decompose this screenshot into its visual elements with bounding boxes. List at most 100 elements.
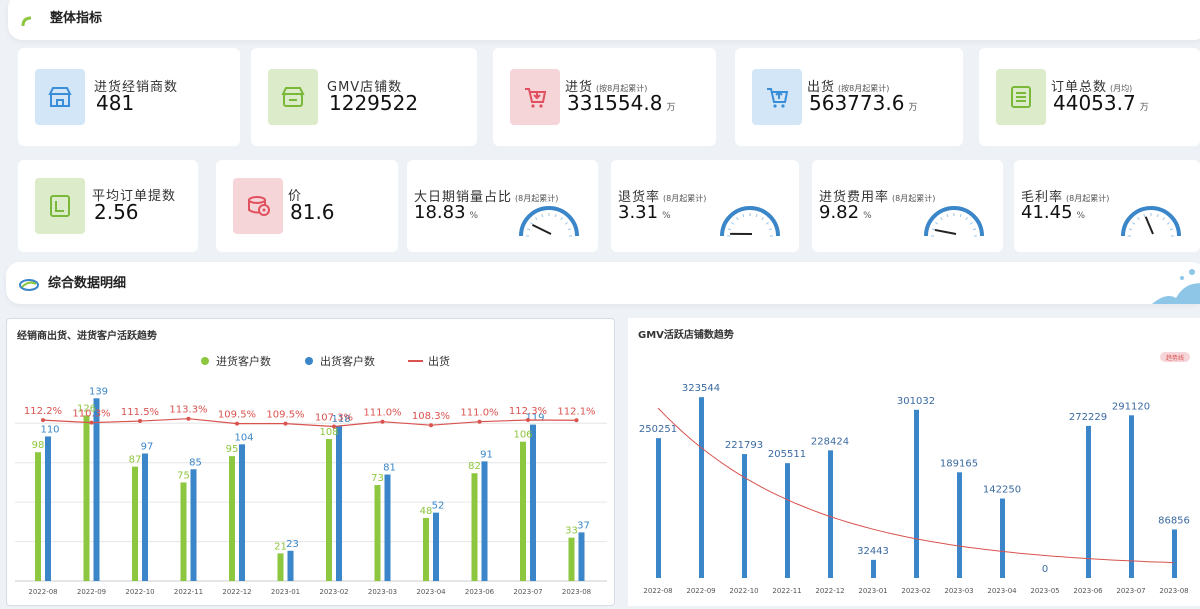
line-label: 111.5%: [121, 407, 159, 418]
bar-inbound: [374, 485, 381, 581]
line-point: [138, 419, 142, 424]
data-label: 21: [274, 541, 287, 552]
kpi-card: 订单总数 (月均) 44053.7 万: [979, 48, 1200, 146]
legend-label: 出货客户数: [320, 354, 375, 368]
bar-outbound: [190, 469, 197, 581]
data-label: 221793: [725, 440, 763, 451]
kpi-value: 2.56: [94, 200, 139, 224]
kpi-unit: 万: [666, 103, 676, 113]
data-label: 23: [286, 539, 299, 550]
data-label: 75: [177, 470, 190, 481]
data-label: 0: [1042, 564, 1048, 575]
kpi-gauge-card: 退货率 (8月起累计) 3.31%: [611, 160, 799, 252]
gauge-arc: [924, 206, 984, 237]
x-tick-label: 2022-12: [815, 587, 844, 595]
gauge-arc: [519, 206, 579, 237]
data-label: 291120: [1112, 401, 1150, 412]
cart-out-icon: [752, 69, 802, 125]
bar-outbound: [239, 444, 245, 581]
data-label: 86856: [1158, 515, 1190, 526]
gauge-tick: [969, 222, 973, 225]
kpi-value: 9.82: [819, 202, 860, 223]
bar-inbound: [568, 537, 575, 581]
line-label: 107.3%: [315, 413, 353, 424]
gauge-tick: [541, 213, 544, 218]
distributor-trend-chart: 经销商出货、进货客户活跃趋势 进货客户数 出货客户数 出货 98 110 112.2% 20…: [6, 318, 615, 606]
gmv-store-trend-svg: 趋势线 250251 2022-08 323544 2022-09 221793 2022-…: [639, 352, 1190, 595]
line-point: [332, 424, 336, 429]
kpi-value: 18.83: [414, 202, 466, 223]
bar-inbound: [229, 456, 235, 581]
legend-marker: [305, 357, 313, 365]
line-point: [41, 418, 45, 423]
splash-decoration-icon: [1152, 269, 1200, 304]
gauge-tick: [1156, 213, 1159, 218]
kpi-card: 出货 (按8月起累计) 563773.6 万: [735, 48, 963, 146]
bar-gmv-store: [828, 450, 833, 578]
gauge-tick: [560, 217, 563, 221]
gauge-tick: [755, 213, 758, 218]
data-label: 91: [480, 449, 493, 460]
shop-icon: [268, 69, 318, 125]
line-point: [186, 416, 191, 421]
kpi-value: 41.45: [1021, 202, 1073, 223]
x-tick-label: 2023-04: [987, 587, 1017, 595]
kpi-gauge-card: 大日期销量占比 (8月起累计) 18.83%: [407, 160, 598, 252]
data-label: 106: [513, 430, 532, 441]
gauge-tick: [1132, 222, 1136, 225]
data-label: 85: [189, 457, 202, 468]
bar-gmv-store: [742, 454, 747, 578]
line-label: 109.5%: [218, 410, 256, 421]
gauge-tick: [940, 217, 943, 221]
data-label: 139: [89, 386, 108, 397]
kpi-value: 81.6: [290, 200, 335, 224]
line-label: 111.0%: [460, 408, 498, 419]
bar-inbound: [83, 415, 90, 581]
x-tick-label: 2023-07: [1116, 587, 1145, 595]
bar-gmv-store: [1129, 415, 1134, 578]
line-point: [380, 419, 385, 424]
legend-marker: [201, 357, 209, 365]
line-label: 112.2%: [24, 406, 62, 417]
swirl-icon: [19, 279, 39, 291]
gauge-icon: [924, 206, 984, 237]
overall-title: 整体指标: [50, 11, 103, 26]
line-point: [283, 421, 288, 426]
bar-outbound: [384, 474, 391, 581]
x-tick-label: 2022-11: [772, 587, 801, 595]
bar-inbound: [471, 473, 478, 581]
data-label: 108: [319, 427, 338, 438]
gauge-tick: [1162, 217, 1165, 221]
line-point: [235, 421, 239, 426]
bar-outbound: [481, 461, 488, 581]
kpi-value: 44053.7: [1053, 91, 1136, 115]
data-label: 110: [40, 424, 59, 435]
data-label: 250251: [639, 424, 677, 435]
line-label: 109.5%: [266, 410, 304, 421]
line-point: [526, 418, 530, 423]
kpi-value: 481: [96, 91, 135, 115]
gauge-tick: [742, 213, 745, 218]
bar-outbound: [287, 550, 294, 581]
gauge-tick: [564, 222, 568, 225]
legend-label: 出货: [428, 354, 450, 368]
line-point: [477, 419, 482, 424]
data-label: 272229: [1069, 412, 1107, 423]
x-tick-label: 2023-06: [465, 588, 495, 596]
ticket-icon: [35, 178, 85, 234]
bar-outbound: [93, 398, 100, 581]
data-label: 228424: [811, 436, 849, 447]
gauge-tick: [736, 217, 739, 221]
gauge-tick: [965, 217, 968, 221]
line-label: 110.3%: [72, 409, 110, 420]
line-series: [42, 418, 577, 428]
gauge-tick: [1143, 213, 1146, 218]
bar-gmv-store: [914, 409, 919, 578]
x-tick-label: 2022-08: [643, 587, 672, 595]
data-label: 87: [129, 455, 142, 466]
data-label: 37: [577, 520, 590, 531]
x-tick-label: 2022-10: [729, 587, 758, 595]
x-tick-label: 2022-10: [125, 588, 154, 596]
kpi-value: 563773.6: [809, 91, 905, 115]
data-label: 73: [371, 473, 384, 484]
